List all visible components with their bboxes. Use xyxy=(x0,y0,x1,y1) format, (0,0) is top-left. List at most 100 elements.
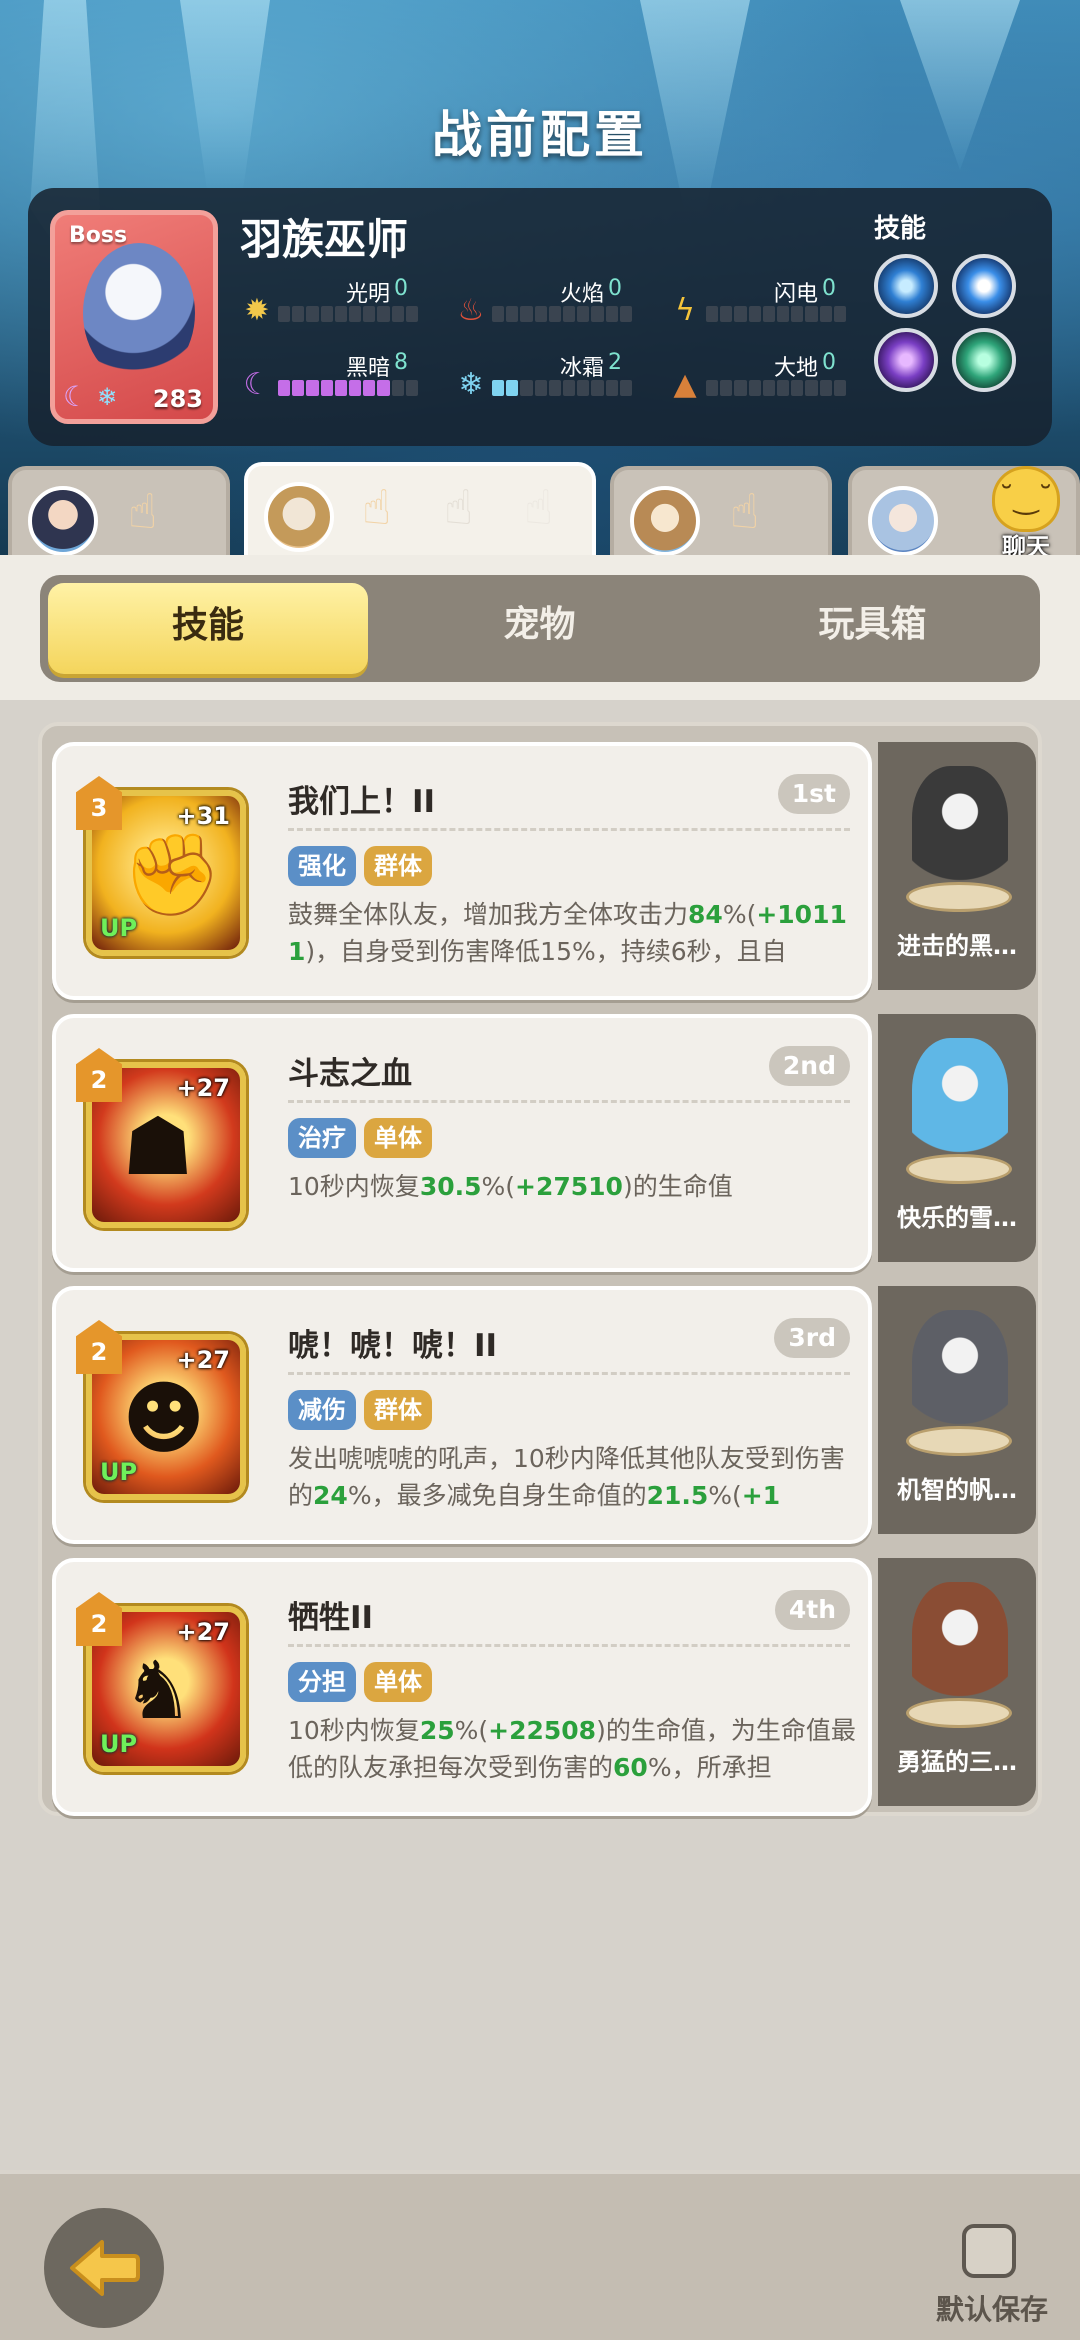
team-slots: ☝ ☝ ☝ ☝ ☝ ˘‿˘ 聊天 xyxy=(0,462,1080,562)
boss-skill-1[interactable] xyxy=(874,254,938,318)
hero-avatar xyxy=(28,486,98,556)
snowflake-icon: ❄ xyxy=(458,367,484,402)
tab-skills[interactable]: 技能 xyxy=(48,583,368,674)
skill-tags: 减伤 群体 xyxy=(288,1390,432,1430)
desc-segment: 10秒内恢复 xyxy=(288,1172,420,1201)
hand-pointer-icon: ☝ xyxy=(444,480,474,536)
upgrade-badge: UP xyxy=(100,914,138,942)
skill-level-badge: 2 xyxy=(76,1320,122,1374)
mountain-icon: ▲ xyxy=(673,367,697,402)
upgrade-badge: UP xyxy=(100,1458,138,1486)
flame-icon: ♨ xyxy=(457,293,485,328)
boss-avatar xyxy=(83,243,195,383)
skill-glyph-icon: ☻ xyxy=(122,1372,206,1465)
stat-bar xyxy=(278,380,419,396)
pet-figure xyxy=(912,1582,1008,1712)
skill-rank: 4th xyxy=(774,1590,850,1630)
skill-card[interactable]: ☗ +27 2 斗志之血 2nd 治疗 单体 10秒内恢复30.5%(+27510)的生命值 xyxy=(52,1014,872,1272)
skill-title: 唬！唬！唬！II xyxy=(288,1328,498,1364)
skill-tags: 强化 群体 xyxy=(288,846,432,886)
skill-tag: 群体 xyxy=(364,1390,432,1430)
skill-glyph-icon: ♞ xyxy=(122,1644,194,1737)
skill-tag: 单体 xyxy=(364,1662,432,1702)
pet-figure xyxy=(912,766,1008,896)
stat-2: ϟ 闪电 0 xyxy=(668,276,898,328)
skill-description: 鼓舞全体队友，增加我方全体攻击力84%(+10111)，自身受到伤害降低15%，… xyxy=(288,896,858,996)
skill-bonus: +31 xyxy=(176,802,230,830)
tab-pets[interactable]: 宠物 xyxy=(373,575,706,682)
stat-0: ✹ 光明 0 xyxy=(240,276,470,328)
pet-slot[interactable]: 进击的黑… xyxy=(878,742,1036,990)
team-slot-3[interactable]: ☝ xyxy=(610,466,832,562)
boss-portrait[interactable]: Boss ☾ ❄ 283 xyxy=(50,210,218,424)
desc-segment: %( xyxy=(708,1481,742,1510)
stat-bar xyxy=(492,380,633,396)
stat-label: 闪电 xyxy=(773,282,818,307)
divider xyxy=(288,1372,850,1375)
divider xyxy=(288,828,850,831)
skill-list: ✊ +31 UP 3 我们上！II 1st 强化 群体 鼓舞全体队友，增加我方全体攻击力84%(… xyxy=(38,722,1042,1816)
skill-title: 斗志之血 xyxy=(288,1056,412,1092)
stat-1: ♨ 火焰 0 xyxy=(454,276,684,328)
desc-segment: %( xyxy=(481,1172,516,1201)
back-button[interactable] xyxy=(44,2208,164,2328)
pet-name: 快乐的雪… xyxy=(897,1204,1017,1232)
desc-segment: )的生命值 xyxy=(622,1172,733,1201)
chat-icon: ˘‿˘ xyxy=(992,466,1060,532)
skill-title: 我们上！II xyxy=(288,784,436,820)
boss-skill-2[interactable] xyxy=(952,254,1016,318)
stat-label: 光明 xyxy=(345,282,390,307)
divider xyxy=(288,1100,850,1103)
pet-slot[interactable]: 机智的帆… xyxy=(878,1286,1036,1534)
boss-skill-3[interactable] xyxy=(874,328,938,392)
pet-figure xyxy=(912,1038,1008,1168)
back-arrow-icon xyxy=(70,2240,140,2296)
boss-skills-label: 技能 xyxy=(874,214,927,244)
stat-bar xyxy=(706,306,847,322)
skill-card[interactable]: ✊ +31 UP 3 我们上！II 1st 强化 群体 鼓舞全体队友，增加我方全体攻击力84%(… xyxy=(52,742,872,1000)
tab-bar-container: 技能 宠物 玩具箱 xyxy=(0,555,1080,700)
pet-slot[interactable]: 快乐的雪… xyxy=(878,1014,1036,1262)
desc-segment: %，最多减免自身生命值的 xyxy=(347,1481,647,1510)
skill-card[interactable]: ☻ +27 UP 2 唬！唬！唬！II 3rd 减伤 群体 发出唬唬唬的吼声，10秒内降低其他队… xyxy=(52,1286,872,1544)
tab-toybox[interactable]: 玩具箱 xyxy=(706,575,1039,682)
skill-tag: 群体 xyxy=(364,846,432,886)
stat-3: ☾ 黑暗 8 xyxy=(240,350,470,402)
skill-tag: 治疗 xyxy=(288,1118,356,1158)
moon-icon: ☾ xyxy=(63,380,89,413)
skill-card[interactable]: ♞ +27 UP 2 牺牲II 4th 分担 单体 10秒内恢复25%(+22508)的生命值，… xyxy=(52,1558,872,1816)
hand-pointer-icon: ☝ xyxy=(730,484,760,540)
chat-button[interactable]: ˘‿˘ 聊天 xyxy=(978,466,1074,562)
desc-segment: %，所承担 xyxy=(647,1753,772,1782)
pet-name: 进击的黑… xyxy=(897,932,1017,960)
pet-figure xyxy=(912,1310,1008,1440)
hero-avatar xyxy=(264,482,334,552)
team-slot-1[interactable]: ☝ xyxy=(8,466,230,562)
skill-bonus: +27 xyxy=(176,1618,230,1646)
boss-info-panel: Boss ☾ ❄ 283 羽族巫师 ✹ 光明 0 ♨ 火焰 0 ϟ 闪电 0 ☾ 黑暗 8 ❄ 冰霜 2 ▲ 大… xyxy=(28,188,1052,446)
default-save-label: 默认保存 xyxy=(935,2293,1048,2326)
pet-slot[interactable]: 勇猛的三… xyxy=(878,1558,1036,1806)
hand-pointer-icon: ☝ xyxy=(362,480,392,536)
desc-segment: 鼓舞全体队友，增加我方全体攻击力 xyxy=(288,900,689,929)
upgrade-badge: UP xyxy=(100,1730,138,1758)
boss-skill-4[interactable] xyxy=(952,328,1016,392)
skill-rank: 1st xyxy=(777,774,850,814)
team-slot-2[interactable]: ☝ ☝ ☝ xyxy=(244,462,596,562)
pet-name: 勇猛的三… xyxy=(897,1748,1017,1776)
skill-description: 10秒内恢复30.5%(+27510)的生命值 xyxy=(288,1168,858,1268)
hand-pointer-icon: ☝ xyxy=(524,480,554,536)
stat-value: 2 xyxy=(608,350,622,375)
desc-segment: )，自身受到伤害降低15%，持续6秒，且自 xyxy=(305,937,787,966)
hero-avatar xyxy=(630,486,700,556)
stat-label: 黑暗 xyxy=(345,356,390,381)
lightning-icon: ϟ xyxy=(675,293,695,328)
stat-bar xyxy=(706,380,847,396)
skill-level-badge: 2 xyxy=(76,1048,122,1102)
default-save-checkbox[interactable] xyxy=(962,2224,1016,2278)
sun-icon: ✹ xyxy=(244,293,270,328)
bottom-bar: 默认保存 xyxy=(0,2170,1080,2340)
desc-segment: %( xyxy=(454,1716,489,1745)
stat-value: 0 xyxy=(608,276,622,301)
skill-glyph-icon: ✊ xyxy=(122,828,222,921)
